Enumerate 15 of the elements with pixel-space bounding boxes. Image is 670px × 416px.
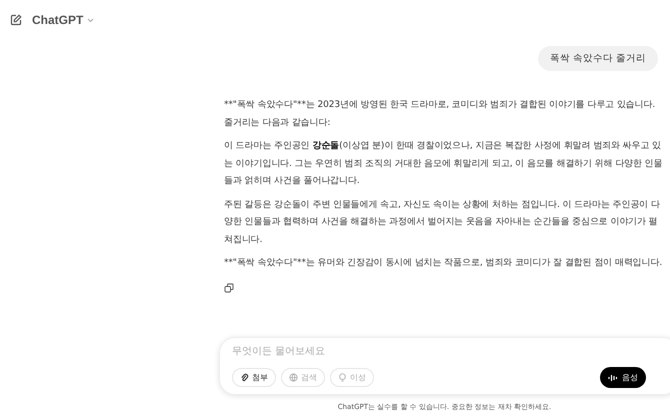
- copy-icon[interactable]: [224, 282, 234, 292]
- lightbulb-icon: [338, 373, 347, 382]
- response-paragraph: **"폭싹 속았수다"**는 유머와 긴장감이 동시에 넘치는 작품으로, 범죄와 코미디가 잘 결합된 점이 매력입니다.: [224, 257, 664, 270]
- response-paragraph: **"폭싹 속았수다"**는 2023년에 방영된 한국 드라마로, 코미디와 범죄가 결합된 이야기를 다루고 있습니다. 줄거리는 다음과 같습니다:: [224, 99, 656, 130]
- user-message: 폭싹 속았수다 줄거리: [538, 46, 658, 71]
- paperclip-icon: [240, 373, 249, 382]
- voice-button[interactable]: 음성: [600, 367, 646, 388]
- attach-button[interactable]: 첨부: [232, 368, 276, 387]
- model-title[interactable]: ChatGPT: [32, 13, 84, 27]
- edit-icon[interactable]: [10, 14, 22, 26]
- waveform-icon: [608, 374, 618, 382]
- globe-icon: [289, 373, 298, 382]
- response-paragraph: 주된 갈등은 강순돌이 주변 인물들에게 속고, 자신도 속이는 상황에 처하는 점입니다. 이 드라마는 주인공이 다양한 인물들과 협력하며 사건을 해결하는 과정에서 벌어지는 웃음을 자아내는 순간들을 중심으로 이야기가 펼쳐집니다.: [224, 198, 661, 246]
- response-paragraph: 이 드라마는 주인공인 강순돌(이상엽 분)이 한때 경찰이었으나, 지금은 복잡한 사정에 휘말려 범죄와 싸우고 있는 이야기입니다. 그는 우연히 범죄 조직의 거대한 음모에 휘말리게 되고, 이 음모를 해결하기 위해 다양한 인물들과 얽히며 사건을 풀어나갑니다.: [224, 140, 664, 188]
- message-input[interactable]: 무엇이든 물어보세요: [232, 346, 532, 357]
